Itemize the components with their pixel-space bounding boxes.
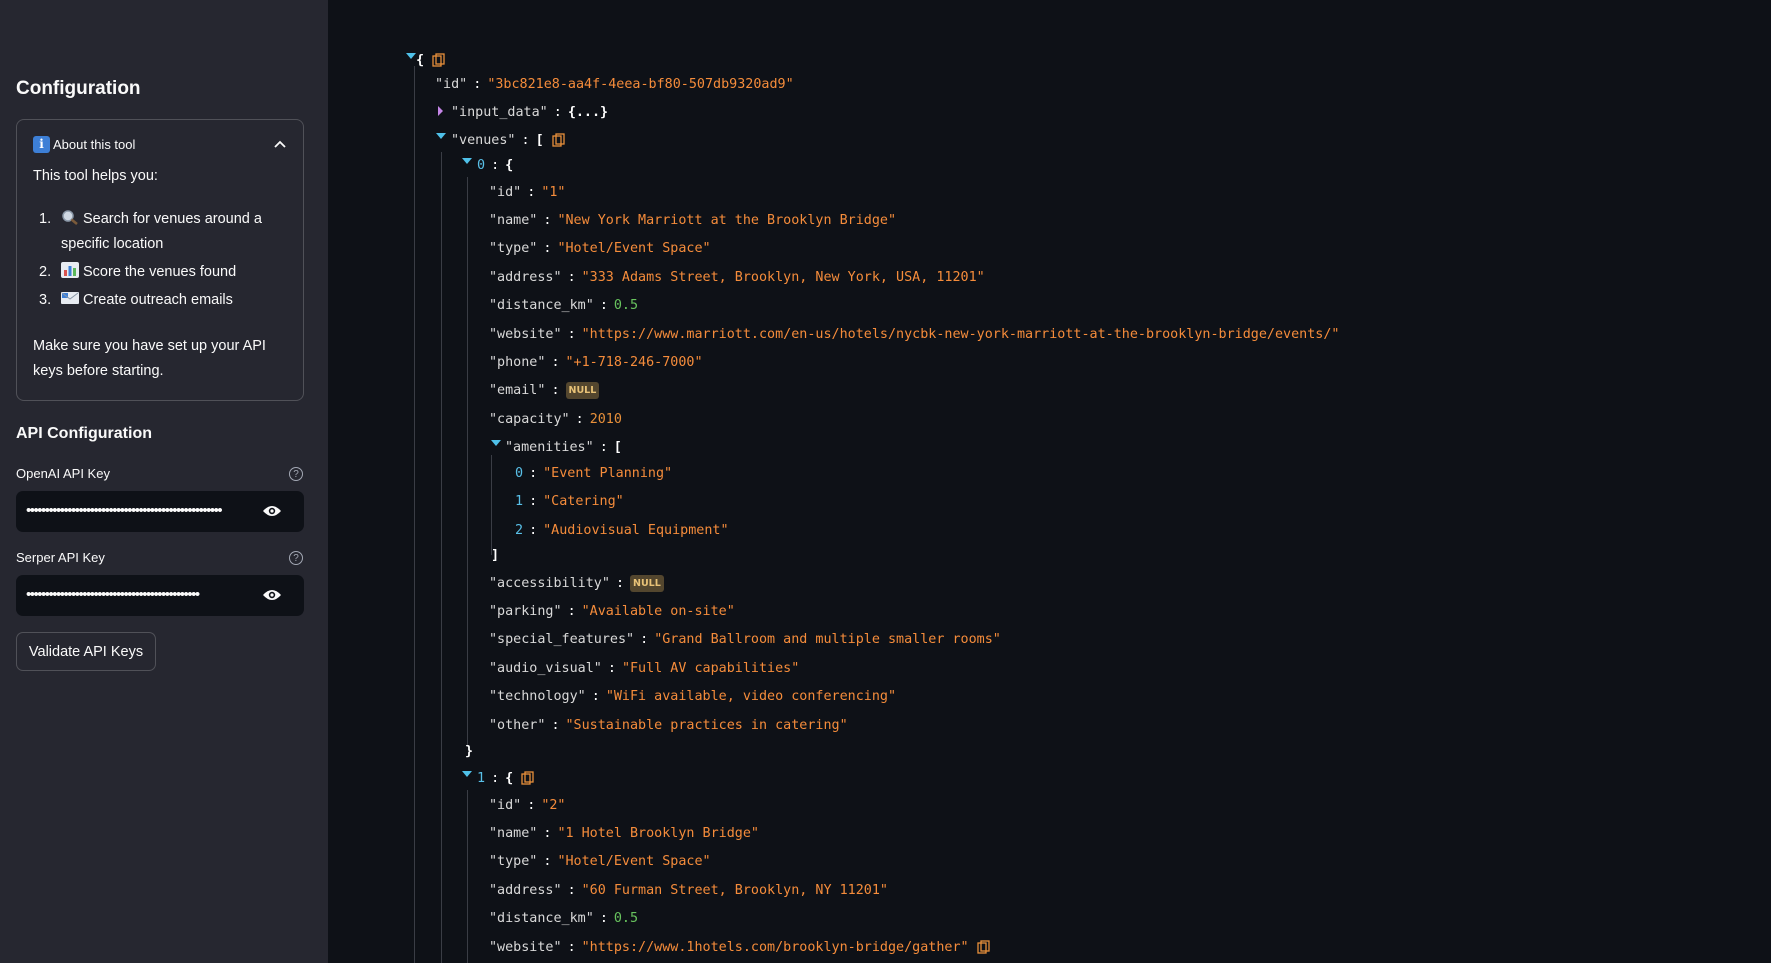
expand-toggle-icon[interactable] <box>462 158 472 164</box>
indent-guide <box>467 177 468 747</box>
json-field: "parking": "Available on-site" <box>489 603 735 619</box>
email-icon <box>61 292 79 304</box>
openai-key-label: OpenAI API Key <box>16 466 110 481</box>
api-config-title: API Configuration <box>16 425 152 442</box>
expand-toggle-icon[interactable] <box>436 133 446 139</box>
json-field: "special_features": "Grand Ballroom and m… <box>489 631 1001 647</box>
indent-guide <box>491 455 492 555</box>
expand-toggle-icon[interactable] <box>406 53 416 59</box>
about-expander-header[interactable]: i About this tool <box>33 133 289 155</box>
json-root: { <box>406 50 446 70</box>
copy-icon[interactable] <box>432 53 446 67</box>
about-expander-title: About this tool <box>53 136 136 152</box>
json-field: "type": "Hotel/Event Space" <box>489 240 711 256</box>
json-field: "name": "1 Hotel Brooklyn Bridge" <box>489 825 759 841</box>
json-field: "name": "New York Marriott at the Brookly… <box>489 212 897 228</box>
serper-key-label: Serper API Key <box>16 550 105 565</box>
json-field-id: "id": "3bc821e8-aa4f-4eea-bf80-507db9320a… <box>435 76 794 92</box>
json-field: "other": "Sustainable practices in cateri… <box>489 717 848 733</box>
json-venue-1: 1:{ <box>462 768 535 788</box>
copy-icon[interactable] <box>551 133 566 147</box>
indent-guide <box>414 66 415 963</box>
sidebar-title: Configuration <box>16 78 141 99</box>
json-field: "website": "https://www.1hotels.com/brook… <box>489 937 991 957</box>
json-field: "audio_visual": "Full AV capabilities" <box>489 660 800 676</box>
bar-chart-icon <box>61 262 79 278</box>
json-brace-close: } <box>465 743 474 759</box>
json-field-venues: "venues":[ <box>436 130 566 150</box>
magnifier-icon <box>62 210 78 225</box>
list-item: 2: "Audiovisual Equipment" <box>515 522 729 538</box>
json-field: "address": "333 Adams Street, Brooklyn, N… <box>489 269 985 285</box>
indent-guide <box>441 152 442 963</box>
list-item: 1. Search for venues around a specific l… <box>39 210 262 252</box>
json-field: "technology": "WiFi available, video conf… <box>489 688 897 704</box>
json-field-amenities: "amenities":[ <box>491 437 622 457</box>
main-content: { "id": "3bc821e8-aa4f-4eea-bf80-507db932… <box>328 0 1771 963</box>
list-item: 1: "Catering" <box>515 493 624 509</box>
json-field: "distance_km":0.5 <box>489 297 639 313</box>
expand-toggle-icon[interactable] <box>491 440 501 446</box>
list-item: 0: "Event Planning" <box>515 465 673 481</box>
about-expander: i About this tool This tool helps you: 1… <box>16 119 304 401</box>
json-field: "email": NULL <box>489 380 600 400</box>
expand-toggle-icon[interactable] <box>438 106 443 116</box>
chevron-up-icon[interactable] <box>271 135 289 153</box>
json-field: "id": "2" <box>489 797 566 813</box>
null-badge: NULL <box>630 574 664 592</box>
indent-guide <box>467 790 468 963</box>
eye-icon[interactable] <box>262 503 282 519</box>
json-field: "distance_km":0.5 <box>489 910 639 926</box>
serper-key-input[interactable]: ••••••••••••••••••••••••••••••••••••••••… <box>16 575 304 616</box>
expand-toggle-icon[interactable] <box>462 771 472 777</box>
about-list: 1. Search for venues around a specific l… <box>33 207 295 316</box>
help-icon[interactable]: ? <box>289 551 303 565</box>
json-venue-0: 0:{ <box>462 155 513 175</box>
json-field: "type": "Hotel/Event Space" <box>489 853 711 869</box>
json-field-input-data[interactable]: "input_data": {...} <box>438 102 608 122</box>
list-item: 2. Score the venues found <box>39 262 237 280</box>
copy-icon[interactable] <box>976 940 991 954</box>
json-field: "address": "60 Furman Street, Brooklyn, N… <box>489 882 888 898</box>
openai-key-input[interactable]: ••••••••••••••••••••••••••••••••••••••••… <box>16 491 304 532</box>
json-field: "accessibility": NULL <box>489 573 664 593</box>
json-field: "id": "1" <box>489 184 566 200</box>
help-icon[interactable]: ? <box>289 467 303 481</box>
about-note: Make sure you have set up your API keys … <box>33 338 266 379</box>
json-field: "phone": "+1-718-246-7000" <box>489 354 703 370</box>
about-intro: This tool helps you: <box>33 168 158 184</box>
json-bracket-close: ] <box>491 547 500 563</box>
json-viewer: { "id": "3bc821e8-aa4f-4eea-bf80-507db932… <box>328 0 1771 963</box>
sidebar: Configuration i About this tool This too… <box>0 0 328 963</box>
info-icon: i <box>33 135 50 153</box>
validate-api-keys-button[interactable]: Validate API Keys <box>16 632 156 671</box>
list-item: 3. Create outreach emails <box>39 292 233 308</box>
copy-icon[interactable] <box>521 771 535 785</box>
eye-icon[interactable] <box>262 587 282 603</box>
null-badge: NULL <box>565 381 600 399</box>
json-field: "capacity":2010 <box>489 411 622 427</box>
json-field: "website": "https://www.marriott.com/en-u… <box>489 326 1340 342</box>
